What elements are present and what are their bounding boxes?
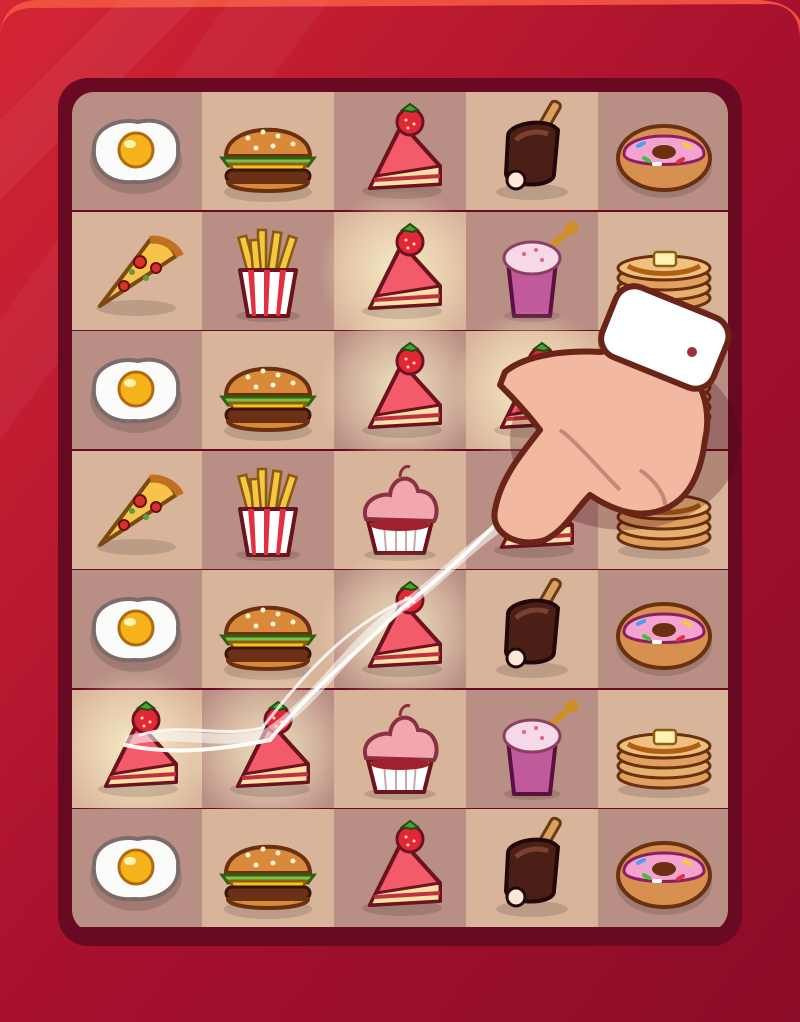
cake-icon [362,819,442,916]
board-cell[interactable] [72,92,202,210]
burger-icon [219,127,317,202]
shake-icon [502,699,579,800]
board-cell[interactable] [202,809,334,927]
board-cell[interactable] [446,311,618,469]
board-cell[interactable] [182,669,354,828]
icecream-icon [496,577,568,678]
pancakes-icon [616,728,712,798]
cake-icon [362,580,442,677]
egg-icon [90,118,182,194]
donut-icon [616,841,712,915]
board-cell[interactable] [72,450,202,569]
board-cell[interactable] [466,809,598,927]
cake-icon [98,700,178,797]
egg-icon [90,835,182,911]
board-cell[interactable] [598,92,728,210]
burger-icon [219,844,317,919]
egg-icon [90,357,182,433]
pizza-icon [96,235,184,316]
board-cell[interactable] [598,331,728,449]
pancakes-icon [616,250,712,320]
icecream-icon [496,99,568,200]
cake-icon [362,341,442,438]
board-cell[interactable] [72,211,202,330]
board-cell[interactable] [72,809,202,927]
board-cell[interactable] [598,689,728,808]
board-cell[interactable] [598,809,728,927]
pizza-icon [96,474,184,555]
donut-icon [616,602,712,676]
board-cell[interactable] [466,570,598,688]
fries-icon [236,228,300,322]
donut-icon [616,124,712,198]
cake-icon [494,341,574,438]
game-board [72,92,728,932]
board-cell[interactable] [466,689,598,808]
burger-icon [219,366,317,441]
board-cell[interactable] [598,450,728,569]
cake-icon [230,700,310,797]
board-cell[interactable] [334,809,466,927]
board-cell[interactable] [334,689,466,808]
pancakes-icon [616,489,712,559]
cupcake-icon [362,703,439,800]
icecream-icon [496,816,568,917]
board-cell[interactable] [598,570,728,688]
cake-icon [494,461,574,558]
pancakes-icon [616,369,712,439]
board-cell[interactable] [72,331,202,449]
fries-icon [236,467,300,561]
